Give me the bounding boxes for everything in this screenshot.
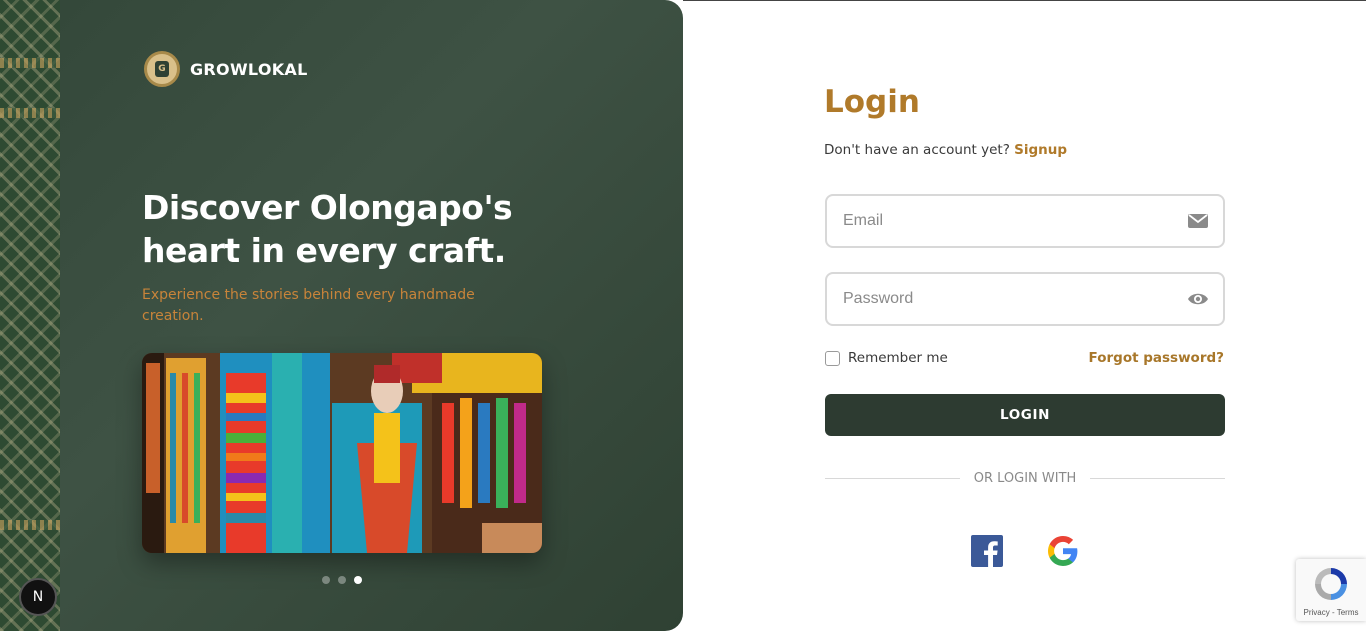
- hero-subtitle: Experience the stories behind every hand…: [142, 287, 475, 324]
- password-input[interactable]: [827, 274, 1223, 324]
- brand-logo-icon: G: [144, 51, 180, 87]
- carousel-dot[interactable]: [322, 576, 330, 584]
- recaptcha-icon: [1315, 568, 1347, 600]
- signup-prompt: Don't have an account yet? Signup: [824, 142, 1067, 158]
- divider-text: OR LOGIN WITH: [973, 470, 1077, 486]
- next-dev-badge[interactable]: N: [19, 578, 57, 616]
- forgot-password-link[interactable]: Forgot password?: [1089, 350, 1224, 366]
- handicraft-shop-illustration: [142, 353, 542, 553]
- signup-link[interactable]: Signup: [1014, 142, 1067, 158]
- password-field: [825, 272, 1225, 326]
- brand[interactable]: G GROWLOKAL: [144, 51, 308, 87]
- brand-name: GROWLOKAL: [190, 59, 308, 79]
- remember-checkbox[interactable]: [825, 350, 840, 366]
- carousel-dots: [322, 576, 362, 584]
- pattern-band: [0, 108, 62, 118]
- email-field: [825, 194, 1225, 248]
- envelope-icon: [1188, 214, 1208, 228]
- email-input[interactable]: [827, 196, 1223, 246]
- login-button[interactable]: LOGIN: [825, 394, 1225, 436]
- woven-pattern-strip: [0, 0, 62, 631]
- carousel-dot[interactable]: [338, 576, 346, 584]
- remember-label: Remember me: [848, 350, 948, 366]
- social-divider: OR LOGIN WITH: [825, 468, 1226, 488]
- facebook-icon[interactable]: [971, 535, 1003, 567]
- hero-image-crafts: [142, 353, 542, 553]
- hero-title: Discover Olongapo's heart in every craft…: [142, 188, 513, 270]
- top-border: [683, 0, 1366, 1]
- brand-logo-letter: G: [155, 61, 169, 77]
- pattern-band: [0, 58, 62, 68]
- login-page: G GROWLOKAL Discover Olongapo's heart in…: [0, 0, 1366, 631]
- divider-line: [1090, 477, 1226, 479]
- recaptcha-badge[interactable]: Privacy - Terms: [1296, 559, 1366, 621]
- hero-panel: G GROWLOKAL Discover Olongapo's heart in…: [60, 0, 683, 631]
- pattern-band: [0, 520, 62, 530]
- eye-icon[interactable]: [1187, 289, 1209, 309]
- signup-prompt-text: Don't have an account yet?: [824, 142, 1010, 158]
- google-icon[interactable]: [1047, 535, 1079, 567]
- remember-me[interactable]: Remember me: [825, 350, 948, 366]
- login-title: Login: [824, 84, 920, 120]
- carousel-dot-active[interactable]: [354, 576, 362, 584]
- divider-line: [825, 477, 960, 479]
- recaptcha-terms[interactable]: Privacy - Terms: [1296, 608, 1366, 617]
